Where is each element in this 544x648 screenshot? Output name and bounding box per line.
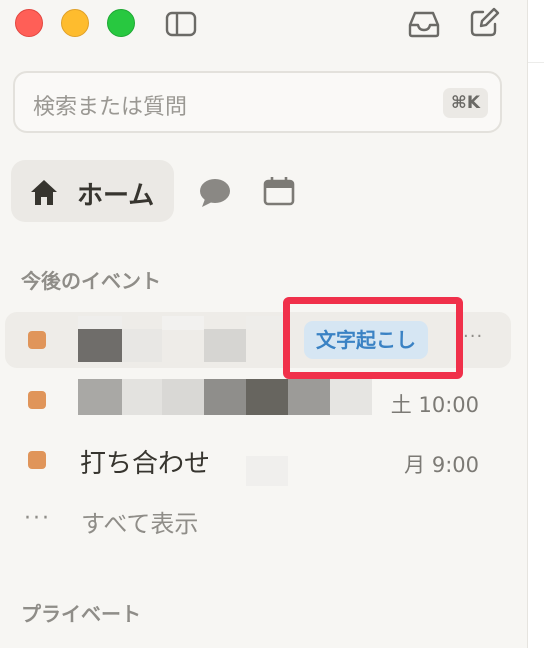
search-input[interactable]: 検索または質問 ⌘K xyxy=(13,71,502,133)
tab-home[interactable]: ホーム xyxy=(11,160,174,222)
inbox-icon[interactable] xyxy=(406,9,442,39)
close-window-button[interactable] xyxy=(15,9,43,37)
event-title: 打ち合わせ xyxy=(80,449,211,479)
section-title-upcoming: 今後のイベント xyxy=(21,269,161,293)
event-time: 土 10:00 xyxy=(390,393,479,417)
zoom-window-button[interactable] xyxy=(107,9,135,37)
sidebar: 検索または質問 ⌘K ホーム 今後のイベント 文字起こし ··· 土 10:00… xyxy=(0,0,527,648)
calendar-icon[interactable] xyxy=(263,176,295,210)
show-all-link[interactable]: すべて表示 xyxy=(81,504,198,539)
search-placeholder: 検索または質問 xyxy=(33,95,188,120)
tab-home-label: ホーム xyxy=(77,181,155,211)
main-content-area xyxy=(528,0,544,648)
home-icon xyxy=(29,178,59,210)
more-options-icon[interactable]: ··· xyxy=(463,326,483,347)
transcription-badge[interactable]: 文字起こし xyxy=(304,321,428,359)
event-title-redacted xyxy=(246,456,288,486)
event-color-dot xyxy=(28,331,46,349)
section-title-private: プライベート xyxy=(21,602,141,626)
event-color-dot xyxy=(28,391,46,409)
chat-bubble-icon[interactable] xyxy=(198,177,232,213)
event-color-dot xyxy=(28,451,46,469)
compose-icon[interactable] xyxy=(468,7,500,39)
ellipsis-icon: ··· xyxy=(24,506,51,531)
event-time: 月 9:00 xyxy=(404,453,479,477)
shortcut-badge: ⌘K xyxy=(443,88,488,118)
minimize-window-button[interactable] xyxy=(61,9,89,37)
sidebar-toggle-icon[interactable] xyxy=(165,10,197,38)
header-divider xyxy=(528,62,544,63)
